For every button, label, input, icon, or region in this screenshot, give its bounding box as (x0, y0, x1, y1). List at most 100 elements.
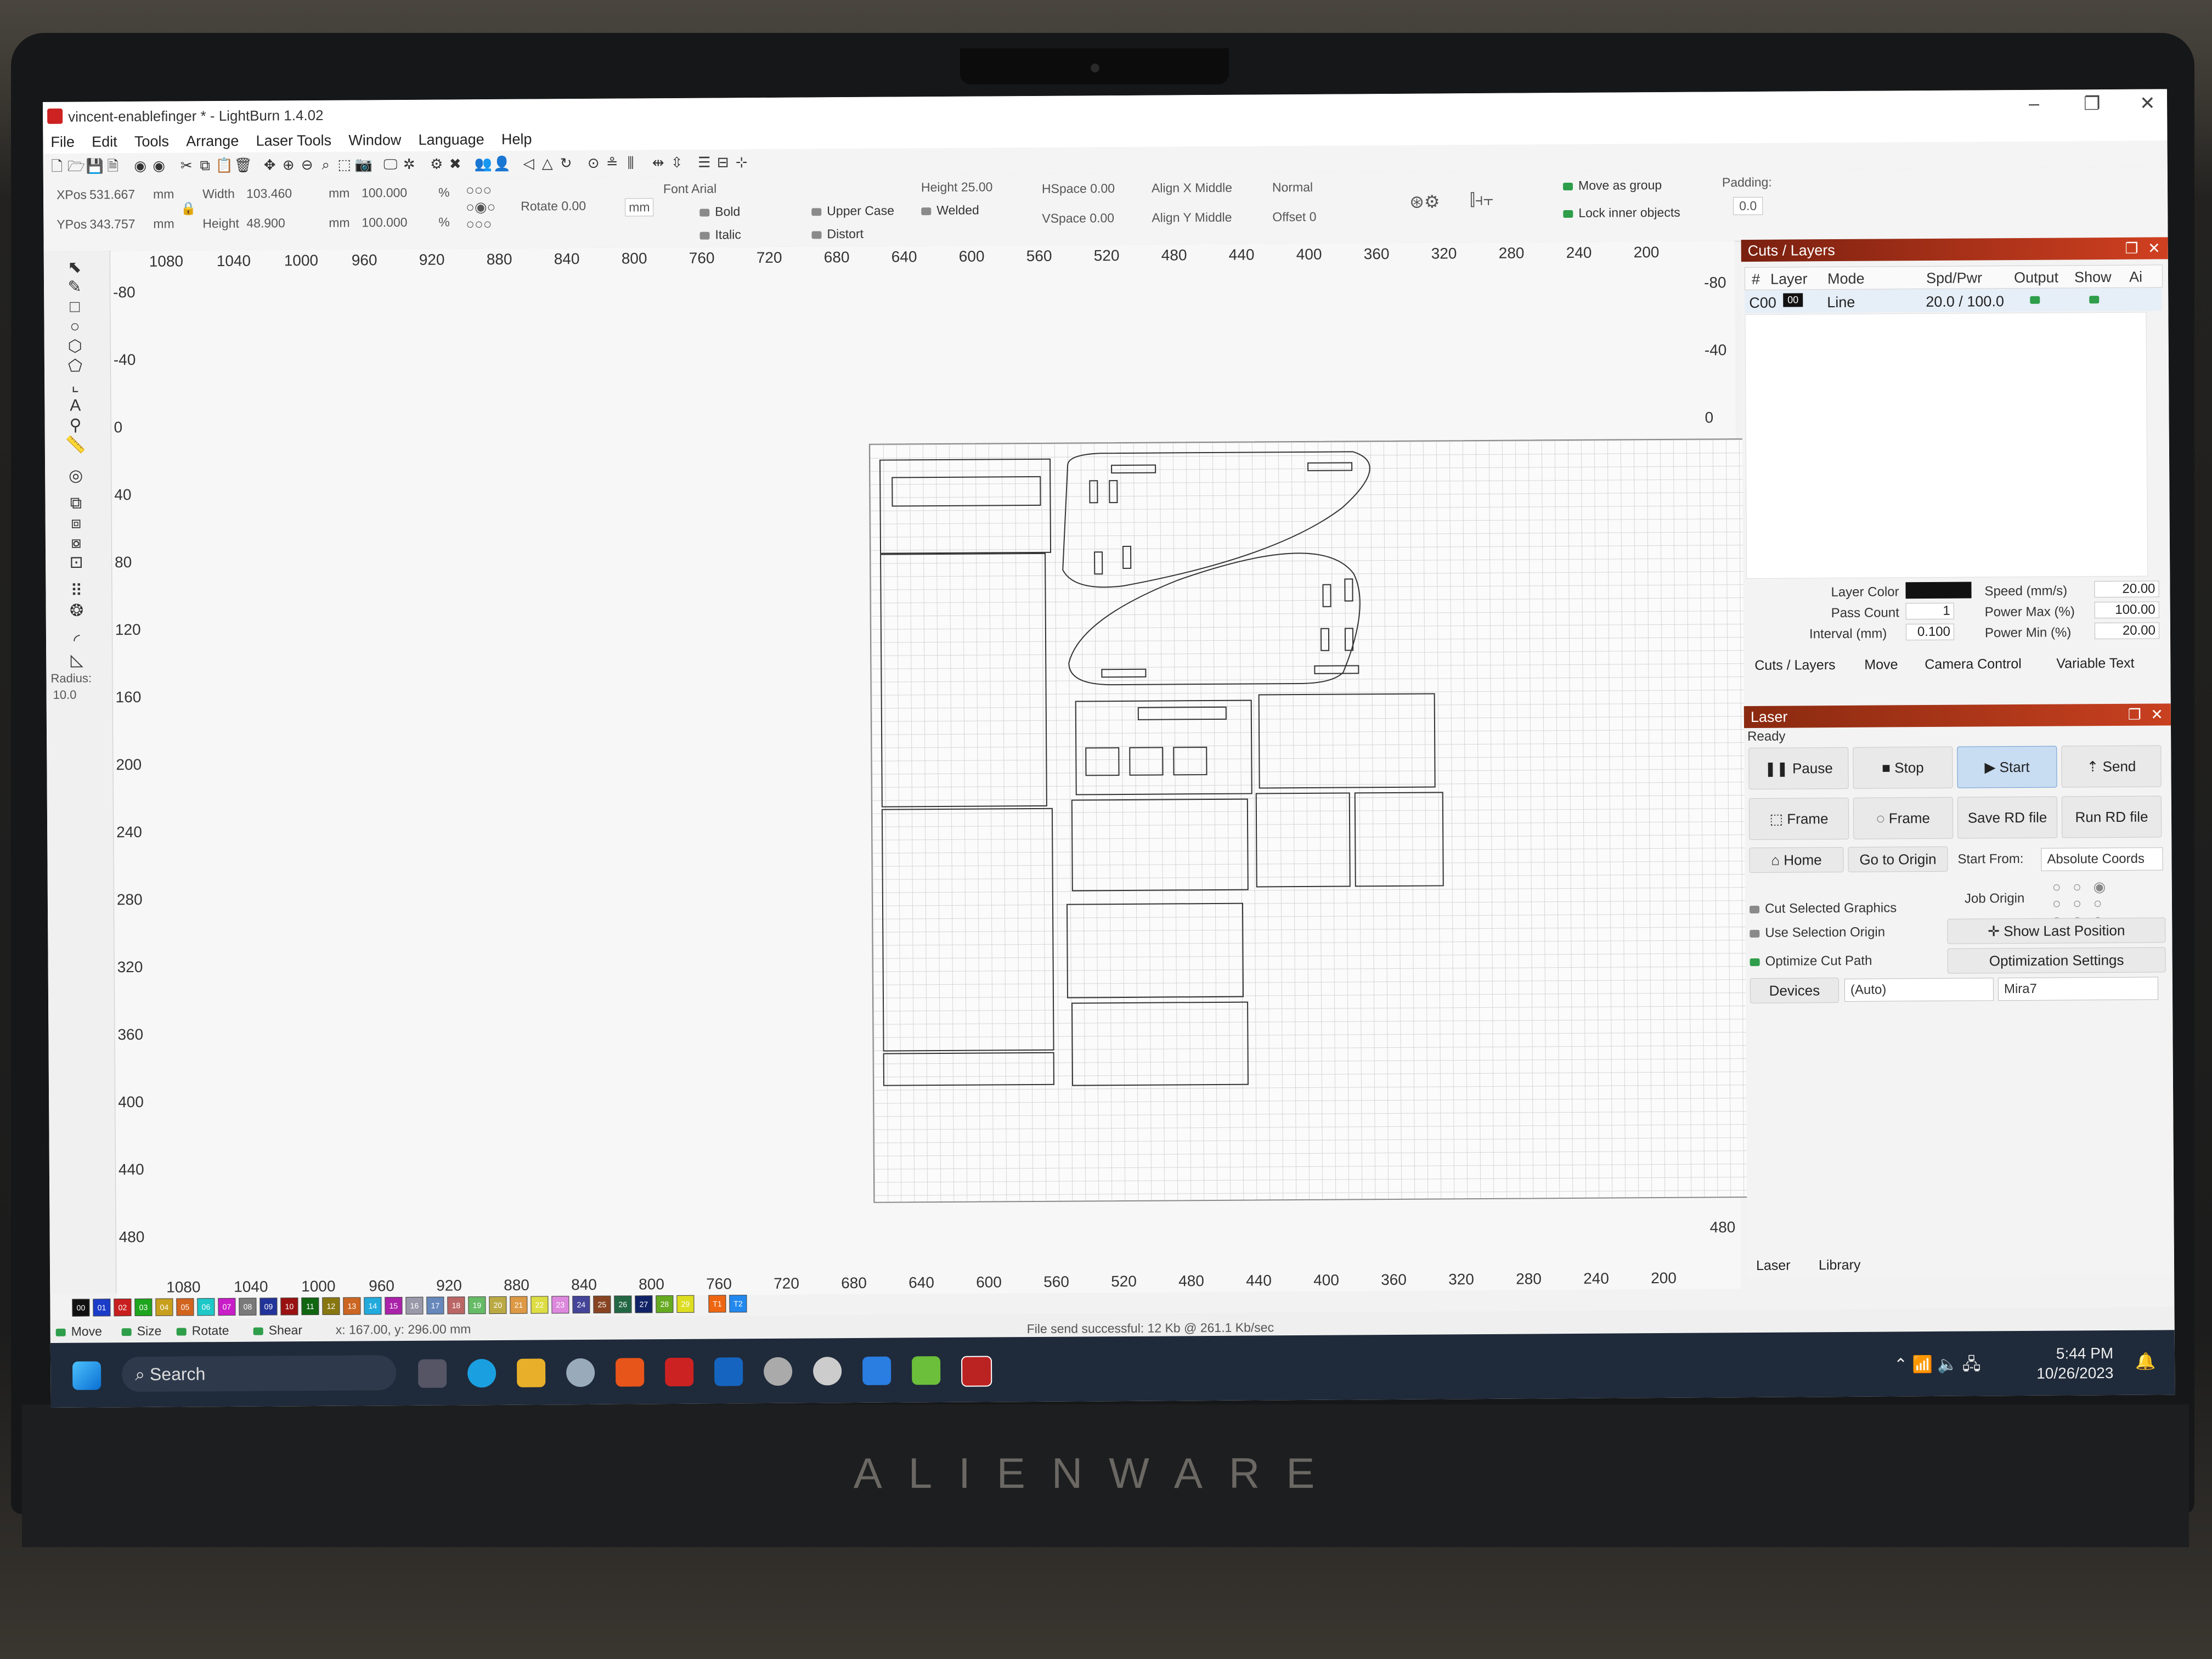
palette-swatch[interactable]: 28 (656, 1295, 674, 1313)
palette-swatch[interactable]: 01 (93, 1299, 111, 1317)
tab-cuts-layers[interactable]: Cuts / Layers (1754, 657, 1835, 674)
palette-swatch[interactable]: T1 (708, 1295, 726, 1313)
notification-icon[interactable]: 🔔 (2135, 1352, 2156, 1372)
align-center-icon[interactable]: ⇹ (650, 154, 667, 171)
row-mode[interactable]: Line (1827, 294, 1855, 311)
menu-file[interactable]: File (50, 131, 75, 154)
cut-icon[interactable]: ✂ (178, 157, 195, 173)
speed-field[interactable]: 20.00 (2094, 580, 2159, 598)
radius-field[interactable]: 10.0 (53, 688, 77, 702)
dock3-icon[interactable]: ⊹ (733, 154, 750, 170)
grid-array-icon[interactable]: ⠿ (65, 580, 87, 602)
run-rd-button[interactable]: Run RD file (2061, 795, 2162, 838)
fusion-icon[interactable] (616, 1358, 645, 1387)
interval-field[interactable]: 0.100 (1905, 623, 1955, 641)
vscode-icon[interactable] (862, 1356, 891, 1385)
row-show-toggle[interactable] (2089, 296, 2100, 304)
palette-swatch[interactable]: 09 (259, 1297, 278, 1316)
devices-button[interactable]: Devices (1750, 978, 1839, 1004)
pause-button[interactable]: ❚❚ Pause (1748, 747, 1849, 790)
import-icon[interactable]: ◉ (132, 157, 149, 174)
cut-selected-checkbox[interactable]: Cut Selected Graphics (1750, 900, 1897, 917)
optimize-cut-checkbox[interactable]: Optimize Cut Path (1750, 953, 1872, 969)
camera-overlay-icon[interactable]: ⊛⚙ (1409, 191, 1440, 212)
edge-icon[interactable] (467, 1358, 496, 1388)
palette-swatch[interactable]: 17 (426, 1296, 444, 1314)
palette-swatch[interactable]: 21 (510, 1296, 528, 1314)
paste-icon[interactable]: 📋 (216, 157, 234, 173)
align-icon[interactable]: ≗ (604, 155, 620, 171)
palette-swatch[interactable]: 23 (551, 1296, 569, 1314)
vspace-field[interactable]: VSpace 0.00 (1042, 211, 1114, 226)
size-toggle[interactable]: Size (121, 1324, 162, 1339)
menu-laser-tools[interactable]: Laser Tools (256, 129, 331, 153)
unit-toggle-button[interactable]: mm (625, 198, 654, 217)
palette-swatch[interactable]: 27 (635, 1295, 653, 1313)
width-field[interactable]: 103.460 (246, 186, 292, 201)
windows-start-icon[interactable] (72, 1361, 101, 1390)
tab-variable-text[interactable]: Variable Text (2056, 656, 2134, 672)
tools-icon[interactable]: ✖ (447, 155, 464, 172)
palette-swatch[interactable]: 26 (614, 1295, 632, 1313)
shape-tool-icon[interactable]: ⬠ (64, 356, 86, 377)
menu-tools[interactable]: Tools (134, 130, 169, 153)
send-button[interactable]: ⇡ Send (2061, 745, 2162, 788)
upper-case-checkbox[interactable]: Upper Case (811, 204, 894, 219)
start-button[interactable]: ▶ Start (1957, 746, 2057, 788)
frame-rect-button[interactable]: ⬚ Frame (1748, 797, 1849, 840)
pan-icon[interactable]: ✥ (262, 156, 278, 173)
palette-swatch[interactable]: 25 (593, 1295, 611, 1313)
tab-move[interactable]: Move (1864, 657, 1898, 673)
palette-swatch[interactable]: 13 (343, 1297, 361, 1315)
palette-swatch[interactable]: 11 (301, 1297, 319, 1316)
rectangle-tool-icon[interactable]: □ (64, 296, 86, 318)
zoom-fit-icon[interactable]: ⌕ (318, 156, 334, 173)
optimization-settings-button[interactable]: Optimization Settings (1947, 947, 2166, 974)
align-tools-icon[interactable]: ⫿⫞⫟ (1470, 191, 1493, 210)
show-last-position-button[interactable]: ✛ Show Last Position (1947, 917, 2166, 944)
power-max-field[interactable]: 100.00 (2094, 601, 2159, 619)
palette-swatch[interactable]: 02 (114, 1299, 132, 1317)
palette-swatch[interactable]: 12 (322, 1297, 340, 1315)
weld-icon[interactable]: ⊡ (65, 552, 87, 574)
ypos-field[interactable]: 343.757 (89, 217, 135, 232)
tab-laser[interactable]: Laser (1756, 1258, 1791, 1274)
italic-checkbox[interactable]: Italic (699, 227, 741, 242)
save-icon[interactable]: 💾 (86, 157, 104, 174)
align-middle-icon[interactable]: ⇳ (669, 154, 685, 171)
port-select[interactable]: (Auto) (1844, 978, 1994, 1002)
rotate-field[interactable]: Rotate 0.00 (521, 199, 586, 214)
palette-swatch[interactable]: 14 (364, 1297, 382, 1315)
boolean-union-icon[interactable]: ⧉ (65, 493, 87, 515)
welded-checkbox[interactable]: Welded (921, 203, 979, 218)
save-rd-button[interactable]: Save RD file (1957, 796, 2058, 839)
float-icon[interactable]: ❐ (2125, 238, 2138, 259)
monitor-icon[interactable]: 🖵 (382, 156, 399, 172)
lightburn-icon[interactable] (961, 1356, 992, 1387)
table-row[interactable]: C00 00 Line 20.0 / 100.0 (1745, 287, 2162, 314)
palette-swatch[interactable]: 08 (239, 1297, 257, 1316)
measure-tool-icon[interactable]: 📏 (65, 435, 87, 456)
settings-icon[interactable]: ✲ (401, 156, 417, 172)
lines-tool-icon[interactable]: ⌞ (64, 375, 86, 397)
layer-color-swatch[interactable] (1905, 582, 1972, 599)
distribute-icon[interactable]: ⫼ (623, 154, 639, 171)
distort-checkbox[interactable]: Distort (811, 227, 864, 242)
slicer-icon[interactable] (911, 1356, 941, 1385)
stop-button[interactable]: ■ Stop (1853, 746, 1953, 789)
export-icon[interactable]: ◉ (151, 157, 167, 174)
rotate-toggle[interactable]: Rotate (176, 1323, 229, 1339)
chrome-icon[interactable] (812, 1357, 842, 1386)
laser-bed-grid[interactable] (868, 438, 1770, 1203)
align-x-select[interactable]: Align X Middle (1152, 180, 1232, 196)
row-layer-swatch[interactable]: 00 (1783, 293, 1803, 307)
boolean-diff-icon[interactable]: ⧈ (65, 512, 87, 534)
group-icon[interactable]: 👥 (475, 155, 493, 172)
palette-swatch[interactable]: 24 (572, 1295, 590, 1314)
camera-icon[interactable]: 📷 (355, 156, 373, 172)
restore-button[interactable]: ❐ (2084, 93, 2101, 115)
align-y-select[interactable]: Align Y Middle (1152, 210, 1232, 225)
shear-toggle[interactable]: Shear (253, 1323, 303, 1338)
dock-icon[interactable]: ☰ (696, 154, 713, 171)
menu-language[interactable]: Language (418, 128, 484, 151)
